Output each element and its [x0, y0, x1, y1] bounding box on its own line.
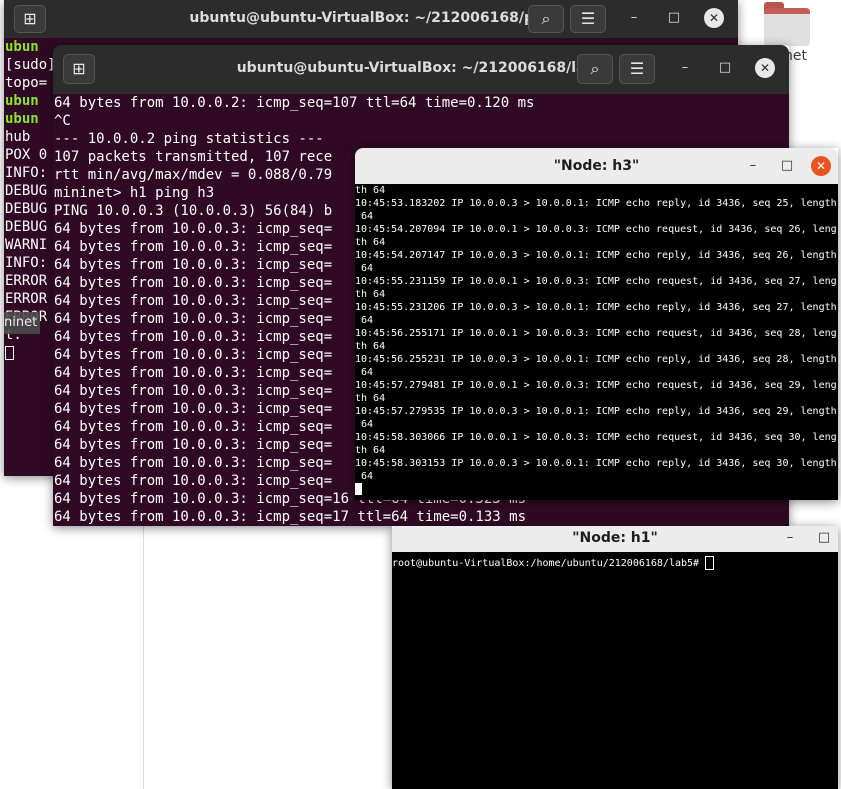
terminal-line: 64: [355, 471, 374, 482]
terminal-line: 10:45:57.279481 IP 10.0.0.1 > 10.0.0.3: …: [355, 380, 837, 391]
terminal-line: --- 10.0.0.2 ping statistics ---: [54, 131, 324, 147]
shell-prompt: root@ubuntu-VirtualBox:/home/ubuntu/2120…: [392, 558, 706, 569]
menu-button[interactable]: ☰: [570, 5, 606, 33]
titlebar[interactable]: ⊞ ubuntu@ubuntu-VirtualBox: ~/212006168/…: [53, 45, 789, 94]
terminal-line: 64 bytes from 10.0.0.2: icmp_seq=107 ttl…: [54, 95, 535, 111]
search-button[interactable]: ⌕: [577, 54, 613, 84]
terminal-line: th 64: [355, 289, 386, 300]
titlebar[interactable]: "Node: h1" – □: [392, 526, 838, 552]
terminal-line: th 64: [355, 393, 386, 404]
terminal-line: 10:45:55.231206 IP 10.0.0.3 > 10.0.0.1: …: [355, 302, 837, 313]
xterm-window-h3[interactable]: "Node: h3" – □ ✕ th 64 10:45:53.183202 IP…: [355, 148, 838, 500]
terminal-line: 64: [355, 419, 374, 430]
terminal-line: 64 bytes from 10.0.0.3: icmp_seq=17 ttl=…: [54, 509, 527, 525]
window-title: "Node: h1": [572, 530, 658, 546]
terminal-line: th 64: [355, 341, 386, 352]
folder-icon[interactable]: [762, 2, 812, 46]
terminal-line: 10:45:54.207094 IP 10.0.0.1 > 10.0.0.3: …: [355, 224, 837, 235]
minimize-button[interactable]: –: [624, 8, 644, 28]
terminal-output[interactable]: th 64 10:45:53.183202 IP 10.0.0.3 > 10.0.…: [355, 184, 838, 500]
hamburger-icon: ☰: [580, 9, 596, 28]
terminal-output[interactable]: root@ubuntu-VirtualBox:/home/ubuntu/2120…: [392, 552, 838, 789]
terminal-line: 10:45:58.303153 IP 10.0.0.3 > 10.0.0.1: …: [355, 458, 837, 469]
minimize-button[interactable]: –: [675, 58, 695, 78]
hamburger-icon: ☰: [629, 59, 645, 78]
search-icon: ⌕: [590, 59, 600, 78]
terminal-line: 64: [355, 367, 374, 378]
text-cursor: [5, 346, 14, 360]
menu-button[interactable]: ☰: [619, 54, 655, 84]
maximize-button[interactable]: □: [664, 8, 684, 28]
tooltip: ninet: [4, 312, 40, 334]
terminal-line: 10:45:54.207147 IP 10.0.0.3 > 10.0.0.1: …: [355, 250, 837, 261]
terminal-line: 10:45:55.231159 IP 10.0.0.1 > 10.0.0.3: …: [355, 276, 837, 287]
search-button[interactable]: ⌕: [528, 5, 564, 33]
terminal-line: 10:45:56.255231 IP 10.0.0.3 > 10.0.0.1: …: [355, 354, 837, 365]
maximize-button[interactable]: □: [715, 58, 735, 78]
terminal-line: ^C: [54, 113, 71, 129]
terminal-line: 10:45:53.183202 IP 10.0.0.3 > 10.0.0.1: …: [355, 198, 837, 209]
titlebar[interactable]: "Node: h3" – □ ✕: [355, 148, 838, 184]
terminal-line: 10:45:56.255171 IP 10.0.0.1 > 10.0.0.3: …: [355, 328, 837, 339]
terminal-line: th 64: [355, 445, 386, 456]
terminal-line: th 64: [355, 185, 386, 196]
close-button[interactable]: ✕: [755, 58, 775, 78]
terminal-line: th 64: [355, 237, 386, 248]
terminal-line: 10:45:57.279535 IP 10.0.0.3 > 10.0.0.1: …: [355, 406, 837, 417]
maximize-button[interactable]: □: [777, 156, 797, 176]
text-cursor: [705, 556, 715, 570]
terminal-line: 64: [355, 263, 374, 274]
close-button[interactable]: ✕: [704, 8, 724, 28]
terminal-line: 64: [355, 315, 374, 326]
maximize-button[interactable]: □: [814, 528, 834, 548]
file-manager-divider: [143, 520, 144, 789]
text-cursor: [355, 483, 362, 495]
minimize-button[interactable]: –: [743, 156, 763, 176]
xterm-window-h1[interactable]: "Node: h1" – □ root@ubuntu-VirtualBox:/h…: [392, 526, 838, 789]
titlebar[interactable]: ⊞ ubuntu@ubuntu-VirtualBox: ~/212006168/…: [4, 0, 738, 38]
terminal-line: 64: [355, 211, 374, 222]
minimize-button[interactable]: –: [780, 528, 800, 548]
close-button[interactable]: ✕: [811, 156, 831, 176]
terminal-line: 10:45:58.303066 IP 10.0.0.1 > 10.0.0.3: …: [355, 432, 837, 443]
search-icon: ⌕: [541, 9, 551, 28]
window-title: "Node: h3": [553, 158, 640, 174]
